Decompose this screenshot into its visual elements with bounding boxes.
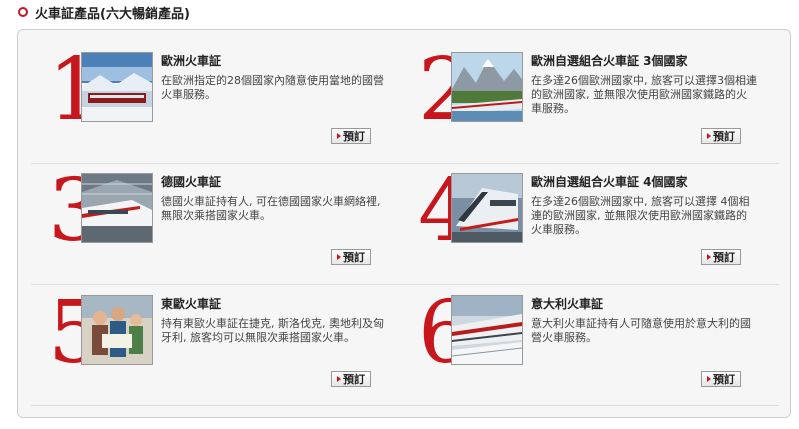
section-heading: 火車証產品(六大暢銷產品) [6,3,190,22]
arrow-right-icon [337,133,341,139]
product-card-3: 3 德國火車証 德國火車証持有人, 可在德國國家火車網絡裡, 無限次乘搭國家火車… [48,168,408,293]
bullet-icon [18,7,28,17]
order-button[interactable]: 預訂 [701,371,741,387]
product-title[interactable]: 歐洲自選組合火車証 3個國家 [531,52,688,69]
product-description: 在多達26個歐洲國家中, 旅客可以選擇3個相連的歐洲國家, 並無限次使用歐洲國家… [531,74,757,115]
order-button-label: 預訂 [713,251,735,264]
arrow-right-icon [707,254,711,260]
product-description: 意大利火車証持有人可隨意使用於意大利的國營火車服務。 [531,317,751,344]
product-title[interactable]: 東歐火車証 [161,295,221,312]
product-card-5: 5 東歐火車証 持有東歐火車証在捷克, 斯洛伐克, 奧地利及匈牙利, 旅客均可以… [48,290,408,415]
arrow-right-icon [337,254,341,260]
product-description: 在歐洲指定的28個國家內隨意使用當地的國營火車服務。 [161,74,384,101]
product-title[interactable]: 意大利火車証 [531,295,603,312]
order-button[interactable]: 預訂 [331,128,371,144]
product-title[interactable]: 歐洲火車証 [161,52,221,69]
product-description: 德國火車証持有人, 可在德國國家火車網絡裡, 無限次乘搭國家火車。 [161,195,381,222]
order-button[interactable]: 預訂 [701,128,741,144]
order-button-label: 預訂 [343,373,365,386]
product-image-ice-station[interactable] [81,173,153,243]
product-card-2: 2 歐洲自選組合火車証 3個國家 在多達26個歐洲國家中, 旅客可以選擇3個相連… [418,47,778,172]
product-card-6: 6 意大利火車証 意大利火車証持有人可隨意使用於意大利的國營火車服務。 預訂 [418,290,778,415]
product-image-italian-train[interactable] [451,295,523,365]
product-title[interactable]: 歐洲自選組合火車証 4個國家 [531,173,688,190]
arrow-right-icon [707,133,711,139]
order-button-label: 預訂 [343,130,365,143]
product-image-ice-front[interactable] [451,173,523,243]
order-button-label: 預訂 [713,373,735,386]
arrow-right-icon [707,376,711,382]
order-button[interactable]: 預訂 [701,249,741,265]
section-title: 火車証產品(六大暢銷產品) [35,6,190,22]
product-title[interactable]: 德國火車証 [161,173,221,190]
product-card-4: 4 歐洲自選組合火車証 4個國家 在多達26個歐洲國家中, 旅客可以選擇 4個相… [418,168,778,293]
product-image-train-winter[interactable] [81,52,153,122]
order-button[interactable]: 預訂 [331,371,371,387]
product-description: 在多達26個歐洲國家中, 旅客可以選擇 4個相連的歐洲國家, 並無限次使用歐洲國… [531,195,750,236]
product-image-train-mountain[interactable] [451,52,523,122]
order-button-label: 預訂 [343,251,365,264]
product-card-1: 1 歐洲火車証 在歐洲指定的28個國家內隨意使用當地的國營火車服務。 預訂 [48,47,408,172]
order-button[interactable]: 預訂 [331,249,371,265]
order-button-label: 預訂 [713,130,735,143]
products-panel: 1 歐洲火車証 在歐洲指定的28個國家內隨意使用當地的國營火車服務。 預訂 2 [17,29,791,418]
product-image-travelers[interactable] [81,295,153,365]
product-description: 持有東歐火車証在捷克, 斯洛伐克, 奧地利及匈牙利, 旅客均可以無限次乘搭國家火… [161,317,384,344]
arrow-right-icon [337,376,341,382]
